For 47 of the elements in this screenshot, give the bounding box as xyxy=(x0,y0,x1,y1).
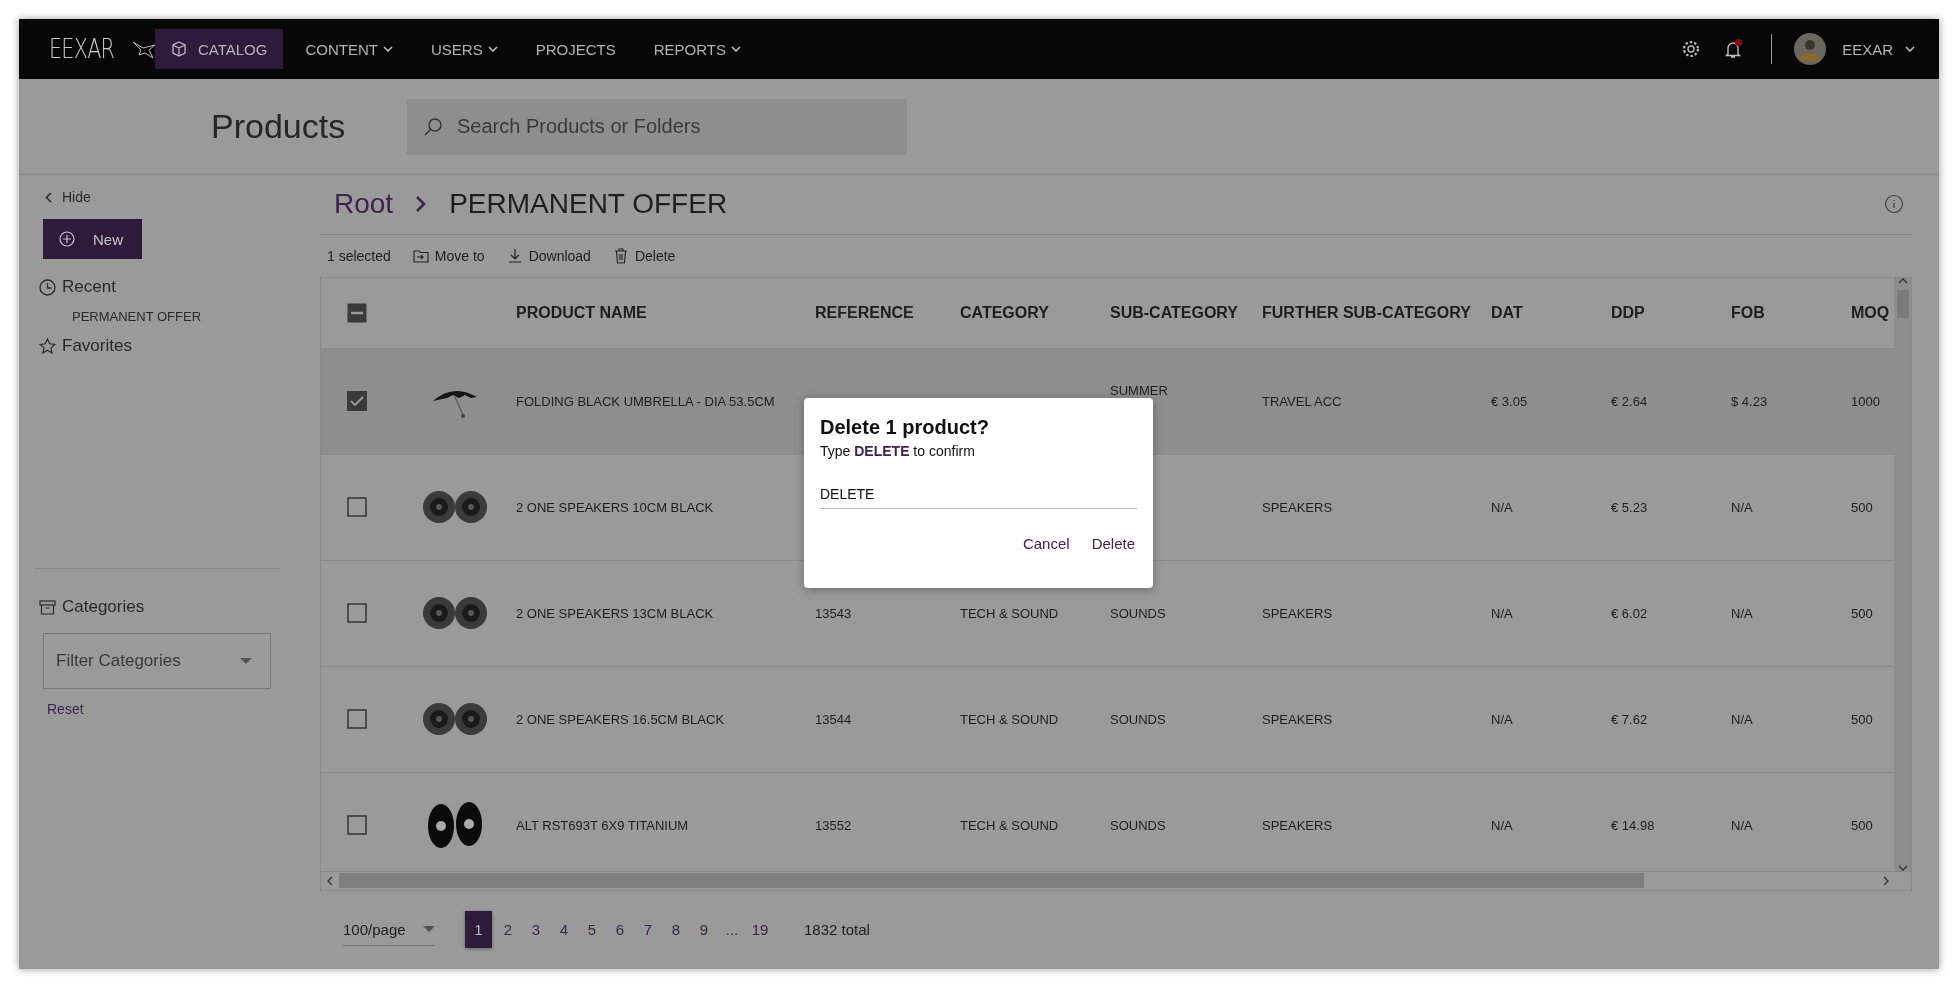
table-cell-text: $ 4.23 xyxy=(1731,393,1769,409)
table-cell-text: N/A xyxy=(1731,605,1754,621)
table-cell-text: € 14.98 xyxy=(1611,817,1656,833)
table-cell-text: € 3.05 xyxy=(1491,393,1529,409)
table-cell-text: € 6.02 xyxy=(1611,605,1649,621)
table-cell-text: TECH & SOUND xyxy=(960,605,1060,621)
table-cell-text: N/A xyxy=(1491,711,1514,727)
table-cell-text: N/A xyxy=(1491,499,1514,515)
table-cell-text: € 2.64 xyxy=(1611,393,1649,409)
table-cell-text: 2 ONE SPEAKERS 13CM BLACK xyxy=(516,605,715,621)
table-cell-text: 13552 xyxy=(815,817,853,833)
total-count: 1832 total xyxy=(804,921,870,939)
table-cell-text: 500 xyxy=(1851,605,1874,621)
breadcrumb-current: PERMANENT OFFER xyxy=(449,188,728,221)
table-cell-text: N/A xyxy=(1491,817,1514,833)
table-cell-text: € 5.23 xyxy=(1611,499,1649,515)
table-cell-text: N/A xyxy=(1731,817,1754,833)
table-cell-text: SPEAKERS xyxy=(1262,711,1334,727)
logo-text: EEXAR xyxy=(49,34,115,64)
table-cell-text: N/A xyxy=(1731,711,1754,727)
table-cell-text: SPEAKERS xyxy=(1262,817,1334,833)
page-title: Products xyxy=(211,107,347,146)
table-cell-text: TECH & SOUND xyxy=(960,711,1060,727)
table-cell-text: 2 ONE SPEAKERS 16.5CM BLACK xyxy=(516,711,726,727)
table-cell-text: 1000 xyxy=(1851,393,1881,409)
selection-count: 1 selected xyxy=(327,247,391,264)
section-heading: Categories xyxy=(62,597,145,617)
table-cell-text: 13543 xyxy=(815,605,853,621)
table-cell-text: SOUNDS xyxy=(1110,711,1167,727)
table-cell-text: 500 xyxy=(1851,817,1874,833)
table-cell-text: N/A xyxy=(1491,605,1514,621)
table-cell-text: 2 ONE SPEAKERS 10CM BLACK xyxy=(516,499,715,515)
table-cell-text: SOUNDS xyxy=(1110,817,1167,833)
table-cell-text: SUMMER xyxy=(1110,382,1169,398)
table-cell-text: TECH & SOUND xyxy=(960,817,1060,833)
table-cell-text: 500 xyxy=(1851,499,1874,515)
table-cell-text: SPEAKERS xyxy=(1262,499,1334,515)
table-cell-text: N/A xyxy=(1731,499,1754,515)
table-cell-text: TRAVEL ACC xyxy=(1262,393,1343,409)
table-cell-text: SPEAKERS xyxy=(1262,605,1334,621)
table-cell-text: 500 xyxy=(1851,711,1874,727)
table-cell-text: 13544 xyxy=(815,711,853,727)
dialog-title: Delete 1 product? xyxy=(820,416,990,439)
table-cell-text: € 7.62 xyxy=(1611,711,1649,727)
table-cell-text: ALT RST693T 6X9 TITANIUM xyxy=(516,817,690,833)
table-cell-text: FOLDING BLACK UMBRELLA - DIA 53.5CM xyxy=(516,393,776,409)
table-cell-text: SOUNDS xyxy=(1110,605,1167,621)
